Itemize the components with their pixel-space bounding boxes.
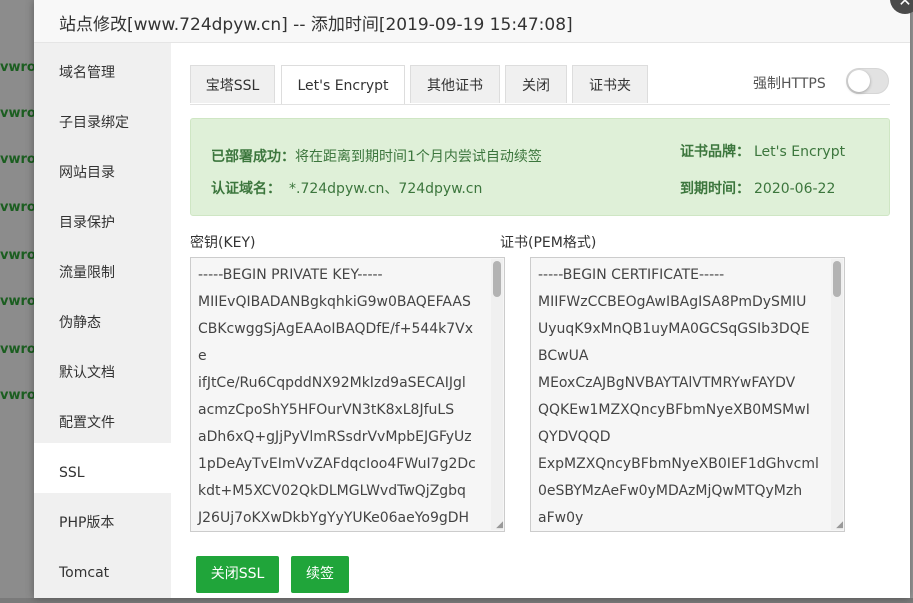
tab-close[interactable]: 关闭 bbox=[505, 65, 567, 103]
force-https-label: 强制HTTPS bbox=[753, 76, 826, 92]
sidebar-item-subdir-binding[interactable]: 子目录绑定 bbox=[34, 93, 171, 143]
background-site-name: vwroo bbox=[0, 388, 34, 403]
scroll-thumb[interactable] bbox=[833, 261, 841, 297]
deployment-status-text: 将在距离到期时间1个月内尝试自动续签 bbox=[295, 149, 542, 165]
tab-baota-ssl[interactable]: 宝塔SSL bbox=[190, 65, 275, 103]
tab-cert-folder[interactable]: 证书夹 bbox=[572, 65, 648, 103]
scroll-thumb[interactable] bbox=[493, 261, 501, 297]
tab-lets-encrypt[interactable]: Let's Encrypt bbox=[281, 65, 405, 105]
cert-brand-label: 证书品牌： bbox=[680, 144, 750, 160]
dialog-header: 站点修改[www.724dpyw.cn] -- 添加时间[2019-09-19 … bbox=[34, 0, 910, 43]
sidebar-item-tomcat[interactable]: Tomcat bbox=[34, 543, 171, 593]
private-key-content: -----BEGIN PRIVATE KEY----- MIIEvQIBADAN… bbox=[198, 267, 476, 526]
certificate-label: 证书(PEM格式) bbox=[500, 235, 597, 251]
cert-brand-value: Let's Encrypt bbox=[754, 144, 846, 160]
tab-divider bbox=[190, 104, 890, 105]
auth-domains-label: 认证域名： bbox=[211, 181, 281, 197]
tab-other-cert[interactable]: 其他证书 bbox=[410, 65, 500, 103]
expiry-date: 到期时间： 2020-06-22 bbox=[680, 178, 835, 198]
resize-grip-icon[interactable]: ◢ bbox=[496, 521, 503, 530]
background-site-name: vwroo bbox=[0, 342, 34, 357]
background-site-name: vwroo bbox=[0, 294, 34, 309]
expiry-date-label: 到期时间： bbox=[680, 181, 750, 197]
sidebar-item-rewrite[interactable]: 伪静态 bbox=[34, 293, 171, 343]
sidebar-item-dir-protection[interactable]: 目录保护 bbox=[34, 193, 171, 243]
sidebar-item-ssl[interactable]: SSL bbox=[34, 443, 171, 493]
private-key-label: 密钥(KEY) bbox=[190, 235, 256, 251]
certificate-content: -----BEGIN CERTIFICATE----- MIIFWzCCBEOg… bbox=[538, 267, 819, 526]
sidebar-item-default-doc[interactable]: 默认文档 bbox=[34, 343, 171, 393]
ssl-panel: 宝塔SSL Let's Encrypt 其他证书 关闭 证书夹 强制HTTPS … bbox=[190, 42, 890, 598]
sidebar-item-php-version[interactable]: PHP版本 bbox=[34, 493, 171, 543]
toggle-knob bbox=[848, 70, 870, 92]
background-sidebar: vwroo vwroo vwroo vwroo vwroo vwroo vwro… bbox=[0, 0, 34, 598]
private-key-textarea[interactable]: -----BEGIN PRIVATE KEY----- MIIEvQIBADAN… bbox=[190, 257, 505, 532]
site-edit-dialog: 站点修改[www.724dpyw.cn] -- 添加时间[2019-09-19 … bbox=[34, 0, 913, 598]
certificate-status-box: 已部署成功：将在距离到期时间1个月内尝试自动续签 认证域名： *.724dpyw.… bbox=[190, 118, 890, 216]
background-site-name: vwroo bbox=[0, 106, 34, 121]
settings-sidebar: 域名管理 子目录绑定 网站目录 目录保护 流量限制 伪静态 默认文档 配置文件 … bbox=[34, 43, 171, 598]
sidebar-item-domain[interactable]: 域名管理 bbox=[34, 43, 171, 93]
deployment-status: 已部署成功：将在距离到期时间1个月内尝试自动续签 bbox=[211, 146, 542, 166]
dialog-title: 站点修改[www.724dpyw.cn] -- 添加时间[2019-09-19 … bbox=[59, 15, 573, 35]
deployment-status-label: 已部署成功： bbox=[211, 149, 295, 165]
force-https-toggle[interactable] bbox=[846, 68, 889, 94]
background-site-name: vwroo bbox=[0, 152, 34, 167]
background-site-name: vwroo bbox=[0, 248, 34, 263]
sidebar-item-traffic-limit[interactable]: 流量限制 bbox=[34, 243, 171, 293]
sidebar-item-config-file[interactable]: 配置文件 bbox=[34, 393, 171, 443]
sidebar-item-site-directory[interactable]: 网站目录 bbox=[34, 143, 171, 193]
cert-brand: 证书品牌： Let's Encrypt bbox=[680, 141, 845, 161]
auth-domains: 认证域名： *.724dpyw.cn、724dpyw.cn bbox=[211, 178, 482, 198]
resize-grip-icon[interactable]: ◢ bbox=[836, 521, 843, 530]
renew-button[interactable]: 续签 bbox=[291, 556, 349, 593]
close-ssl-button[interactable]: 关闭SSL bbox=[196, 556, 279, 593]
auth-domains-value: *.724dpyw.cn、724dpyw.cn bbox=[289, 181, 483, 197]
certificate-textarea[interactable]: -----BEGIN CERTIFICATE----- MIIFWzCCBEOg… bbox=[530, 257, 845, 532]
certificate-scrollbar[interactable] bbox=[831, 259, 843, 530]
expiry-date-value: 2020-06-22 bbox=[754, 181, 836, 197]
background-site-name: vwroo bbox=[0, 200, 34, 215]
background-site-name: vwroo bbox=[0, 60, 34, 75]
private-key-scrollbar[interactable] bbox=[491, 259, 503, 530]
